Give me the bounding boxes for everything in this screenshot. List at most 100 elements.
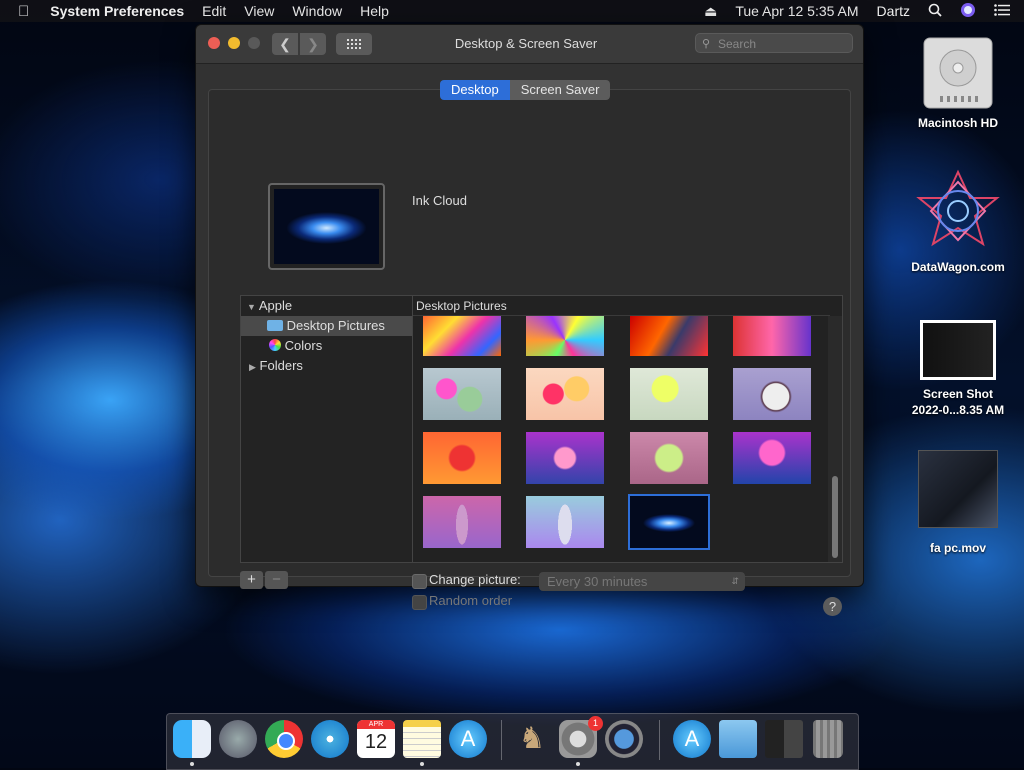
source-group-folders[interactable]: ▶ Folders — [241, 356, 412, 376]
random-order-checkbox[interactable] — [412, 595, 427, 610]
add-folder-button[interactable]: + — [240, 571, 263, 589]
interval-popup[interactable]: Every 30 minutes ⇵ — [539, 572, 745, 591]
notification-center-icon[interactable] — [985, 3, 1024, 19]
desktop-icon-screen-shot[interactable]: Screen Shot 2022-0...8.35 AM — [903, 318, 1013, 418]
desktop-icon-label-line2: 2022-0...8.35 AM — [911, 403, 1005, 417]
app-menu[interactable]: System Preferences — [41, 3, 193, 19]
disclosure-closed-icon[interactable]: ▶ — [249, 362, 256, 372]
dock-notes-icon[interactable] — [403, 720, 441, 758]
eject-icon[interactable]: ⏏ — [695, 3, 726, 20]
calendar-month: APR — [357, 720, 395, 729]
wallpaper-thumbnail[interactable] — [423, 432, 501, 484]
dock-chess-icon[interactable]: ♞ — [513, 720, 551, 758]
clock[interactable]: Tue Apr 12 5:35 AM — [726, 3, 867, 19]
source-item-label: Colors — [284, 338, 323, 353]
dock-downloads-icon[interactable] — [719, 720, 757, 758]
wallpaper-thumbnail[interactable] — [733, 432, 811, 484]
desktop-icon-label: fa pc.mov — [929, 541, 986, 555]
menu-help[interactable]: Help — [351, 3, 398, 19]
dock-launchpad-icon[interactable] — [219, 720, 257, 758]
title-bar: ❮ ❯ Desktop & Screen Saver ⚲ Search — [196, 25, 863, 64]
search-placeholder: Search — [718, 37, 757, 51]
wallpaper-thumbnail[interactable] — [526, 496, 604, 548]
random-order-label: Random order — [429, 593, 513, 608]
wallpaper-grid[interactable]: Desktop Pictures — [412, 295, 843, 563]
movie-thumbnail-icon — [918, 450, 998, 528]
zoom-button[interactable] — [248, 37, 260, 49]
search-icon: ⚲ — [702, 38, 711, 50]
back-button[interactable]: ❮ — [272, 33, 298, 55]
desktop-icon-datawagon[interactable]: DataWagon.com — [903, 168, 1013, 275]
content-pane: Ink Cloud ▼ Apple Desktop Pictures Color… — [208, 89, 851, 616]
folder-icon — [267, 320, 283, 331]
dock-trash-icon[interactable] — [813, 720, 843, 758]
desktop-screensaver-window: ❮ ❯ Desktop & Screen Saver ⚲ Search Desk… — [195, 24, 864, 616]
wallpaper-thumbnail[interactable] — [526, 432, 604, 484]
search-field[interactable]: ⚲ Search — [695, 33, 853, 53]
wallpaper-thumbnail[interactable] — [526, 316, 604, 356]
wallpaper-thumbnail[interactable] — [526, 368, 604, 420]
dock-screenshot-icon[interactable] — [765, 720, 803, 758]
menu-window[interactable]: Window — [283, 3, 351, 19]
current-picture-name: Ink Cloud — [412, 193, 467, 208]
wallpaper-thumbnail[interactable] — [630, 432, 708, 484]
dock-app-store-folder-icon[interactable]: A — [673, 720, 711, 758]
tab-desktop[interactable]: Desktop — [440, 80, 510, 100]
spotlight-icon[interactable] — [919, 3, 951, 20]
wallpaper-thumbnail-selected[interactable] — [628, 494, 710, 550]
wallpaper-thumbnail[interactable] — [423, 316, 501, 356]
source-group-label: Folders — [259, 358, 303, 373]
wallpaper-thumbnail[interactable] — [630, 368, 708, 420]
source-group-label: Apple — [258, 298, 293, 313]
source-item-colors[interactable]: Colors — [241, 336, 412, 356]
menu-view[interactable]: View — [235, 3, 283, 19]
desktop-icon-fa-pc-mov[interactable]: fa pc.mov — [903, 450, 1013, 556]
interval-value: Every 30 minutes — [547, 574, 648, 589]
wallpaper-thumbnail[interactable] — [630, 316, 708, 356]
close-button[interactable] — [208, 37, 220, 49]
popup-arrows-icon: ⇵ — [731, 576, 739, 586]
source-group-apple[interactable]: ▼ Apple — [241, 296, 418, 316]
notification-badge: 1 — [588, 716, 603, 731]
source-list[interactable]: ▼ Apple Desktop Pictures Colors ▶ Folder… — [240, 295, 413, 563]
menu-edit[interactable]: Edit — [193, 3, 235, 19]
disclosure-open-icon[interactable]: ▼ — [247, 302, 256, 312]
apple-menu-icon[interactable]:  — [0, 3, 41, 20]
menu-bar:  System Preferences Edit View Window He… — [0, 0, 1024, 22]
siri-icon[interactable] — [951, 2, 985, 21]
show-all-button[interactable] — [336, 33, 372, 55]
wallpaper-thumbnail[interactable] — [423, 496, 501, 548]
source-item-desktop-pictures[interactable]: Desktop Pictures — [241, 316, 412, 336]
dock-finder-icon[interactable] — [173, 720, 211, 758]
change-picture-checkbox[interactable] — [412, 574, 427, 589]
current-picture-preview — [268, 183, 385, 270]
ink-cloud-image — [274, 189, 379, 264]
help-button[interactable]: ? — [823, 597, 842, 616]
tab-screen-saver[interactable]: Screen Saver — [509, 80, 611, 100]
source-item-label: Desktop Pictures — [286, 318, 385, 333]
dock-calendar-icon[interactable]: APR 12 — [357, 720, 395, 758]
datawagon-logo-icon — [916, 169, 1000, 247]
wallpaper-thumbnail[interactable] — [733, 316, 811, 356]
dock-chrome-icon[interactable] — [265, 720, 303, 758]
dock: APR 12 A ♞ 1 A — [166, 713, 859, 770]
change-picture-label: Change picture: — [429, 572, 521, 587]
forward-button[interactable]: ❯ — [300, 33, 326, 55]
dock-app-store-icon[interactable]: A — [449, 720, 487, 758]
dock-safari-icon[interactable] — [311, 720, 349, 758]
dock-system-preferences-icon[interactable]: 1 — [559, 716, 603, 758]
grid-scrollbar[interactable] — [828, 316, 842, 562]
dock-quicktime-icon[interactable] — [605, 720, 643, 758]
tab-segmented-control: Desktop Screen Saver — [440, 80, 611, 100]
desktop-icon-label-line1: Screen Shot — [922, 387, 994, 401]
wallpaper-thumbnail[interactable] — [733, 368, 811, 420]
user-menu[interactable]: Dartz — [868, 3, 919, 19]
scrollbar-thumb[interactable] — [832, 476, 838, 558]
desktop-icon-label: DataWagon.com — [911, 260, 1005, 274]
minimize-button[interactable] — [228, 37, 240, 49]
dock-separator — [659, 720, 660, 760]
desktop-icon-macintosh-hd[interactable]: Macintosh HD — [903, 34, 1013, 131]
wallpaper-thumbnail[interactable] — [423, 368, 501, 420]
remove-folder-button[interactable]: − — [265, 571, 288, 589]
running-indicator — [420, 762, 424, 766]
